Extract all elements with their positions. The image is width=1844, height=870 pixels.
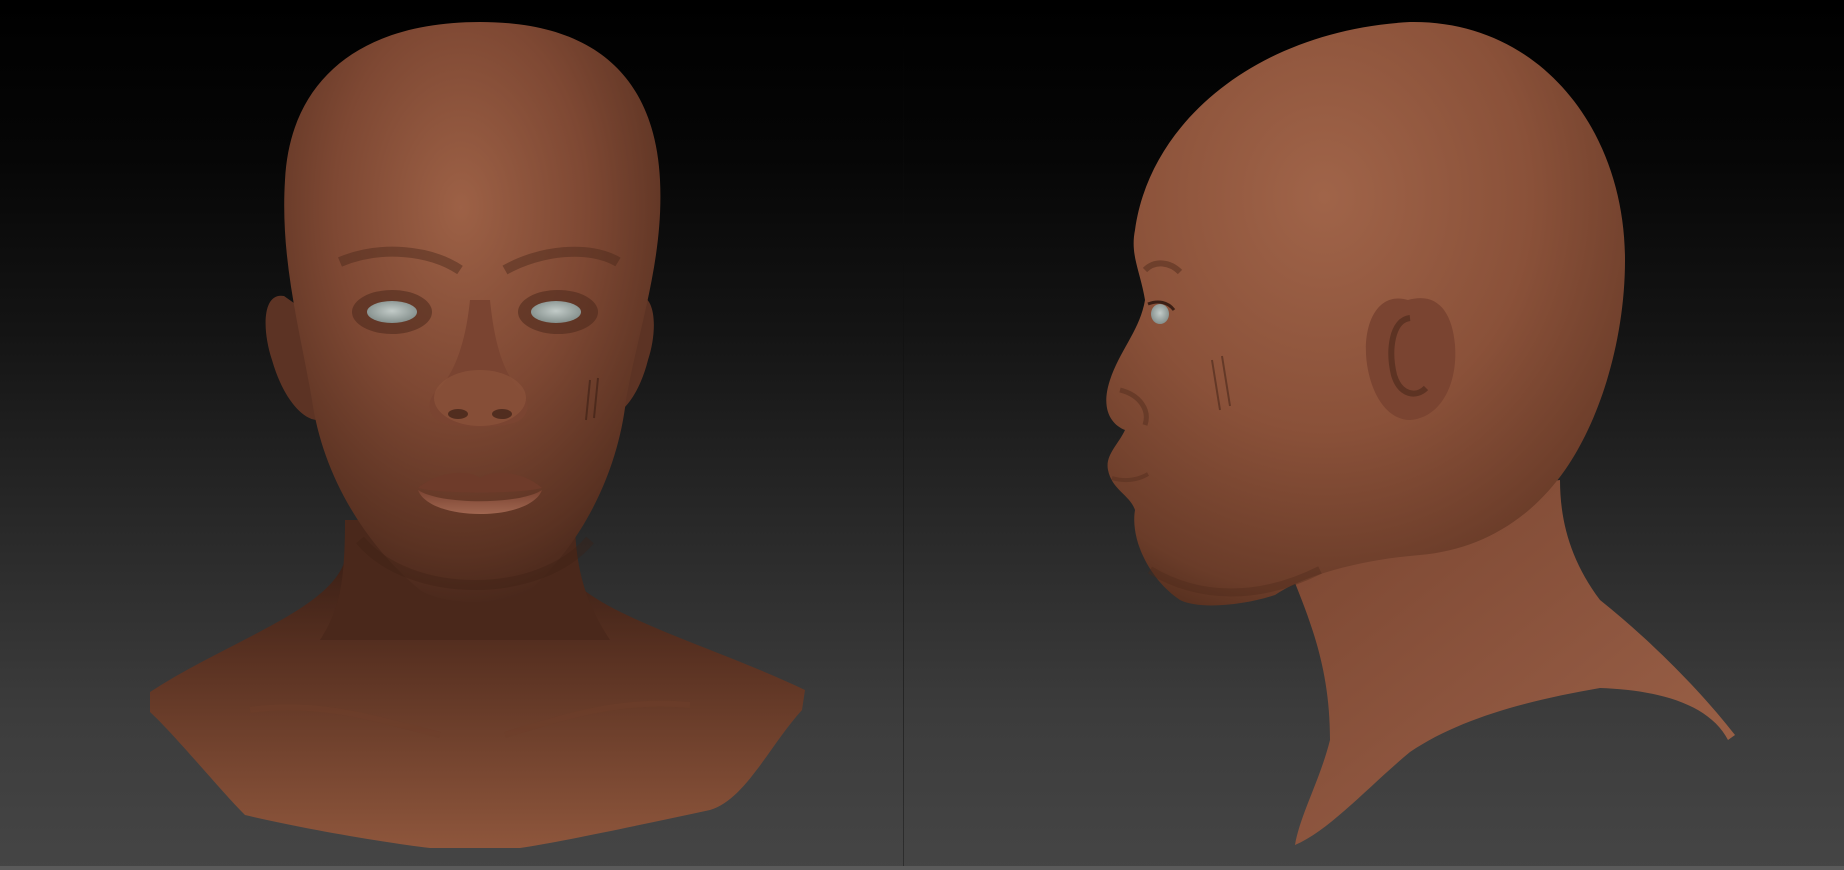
front-head-render: [150, 22, 805, 848]
render-viewport: [0, 0, 1844, 870]
side-head-render: [1106, 21, 1735, 845]
viewport-bottom-edge: [0, 866, 1844, 870]
head-renders: [150, 21, 1735, 848]
